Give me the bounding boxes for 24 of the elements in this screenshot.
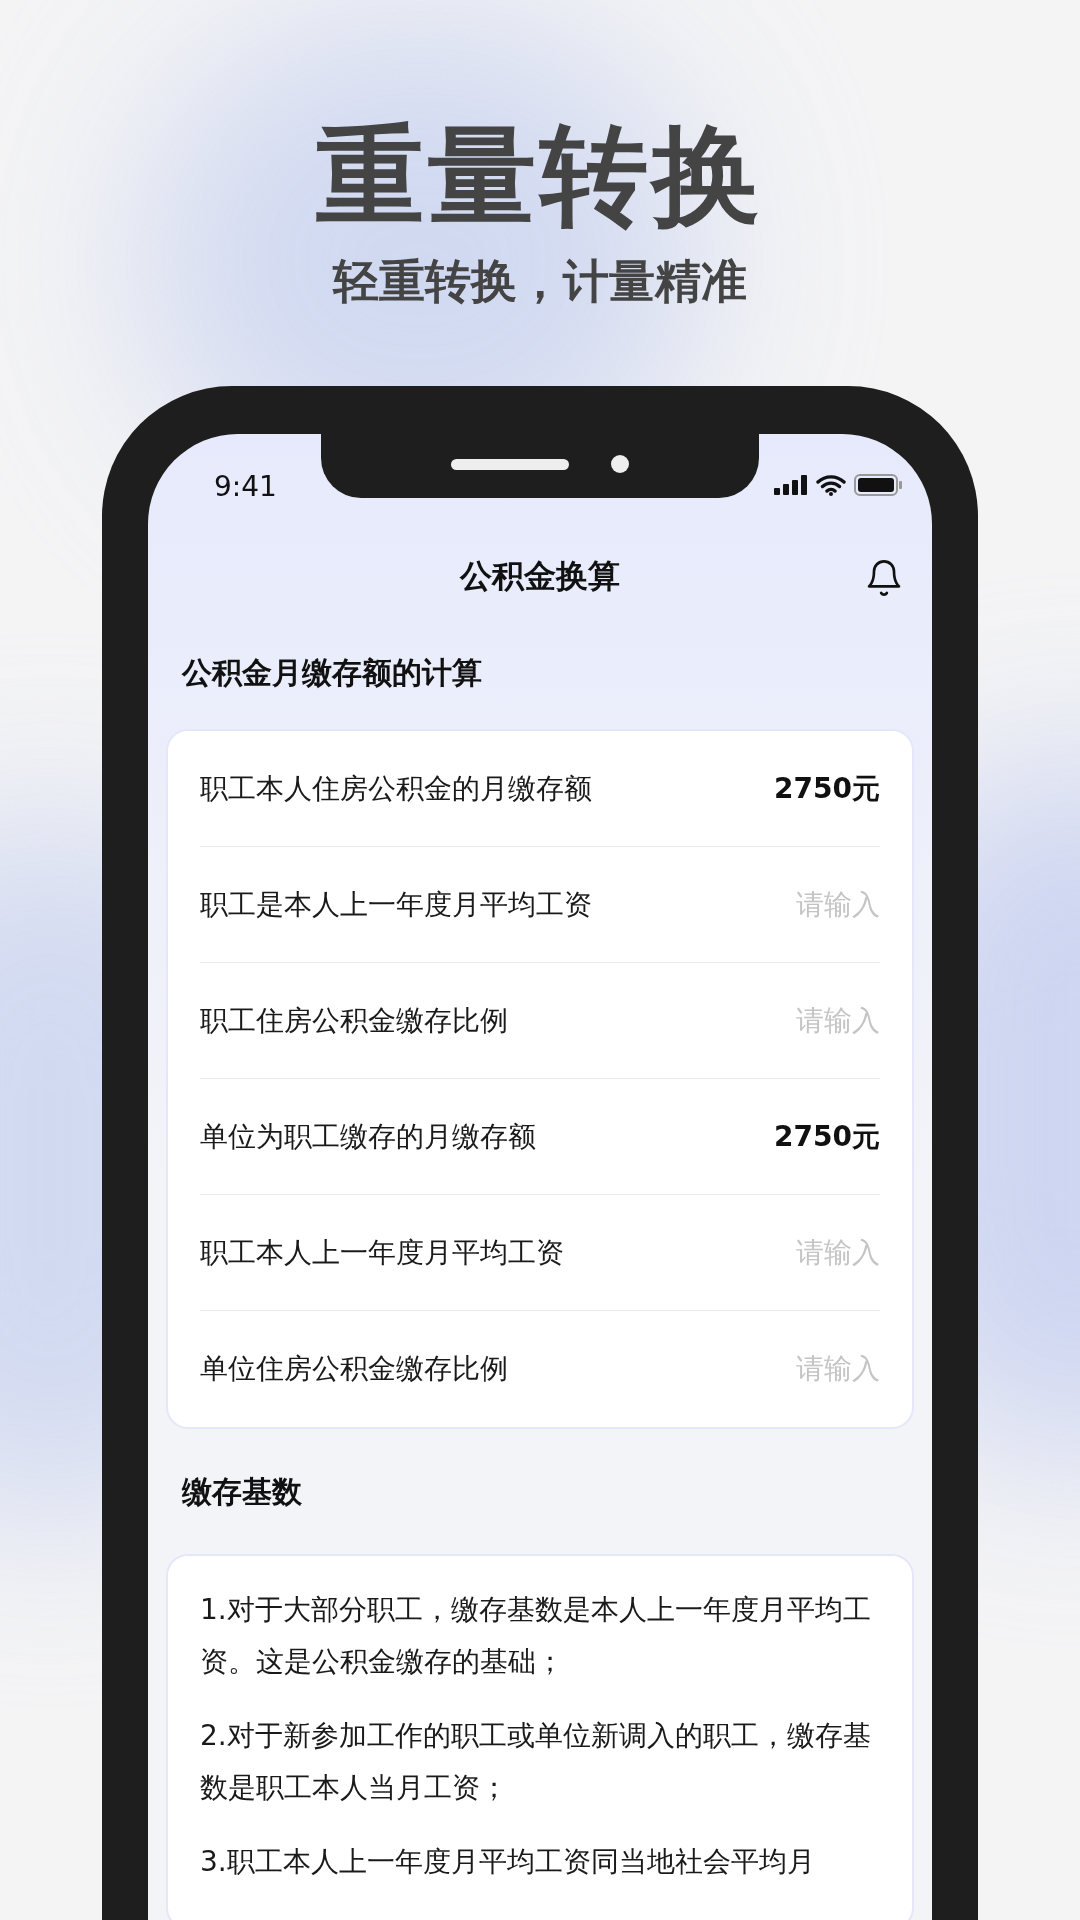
headline: 重量转换	[316, 122, 764, 230]
field-label: 职工本人上一年度月平均工资	[200, 1234, 564, 1271]
input-field[interactable]: 请输入	[720, 1348, 880, 1390]
status-time: 9:41	[213, 469, 278, 505]
input-field[interactable]: 请输入	[720, 999, 880, 1042]
tagline: 轻重转换，计量精准	[333, 258, 747, 304]
signal-icon	[774, 475, 808, 495]
field-label: 单位住房公积金缴存比例	[200, 1351, 508, 1387]
battery-icon	[854, 474, 902, 496]
field-label: 单位为职工缴存的月缴存额	[200, 1118, 536, 1155]
field-label: 职工住房公积金缴存比例	[200, 1002, 508, 1039]
field-label: 职工是本人上一年度月平均工资	[200, 886, 592, 923]
section-heading: 缴存基数	[181, 1473, 303, 1511]
section-heading: 公积金月缴存额的计算	[180, 654, 483, 692]
amount-value: 2750元	[774, 1118, 880, 1155]
amount-value: 2750元	[774, 770, 880, 807]
field-label: 职工本人住房公积金的月缴存额	[200, 770, 592, 807]
nav-title: 公积金换算	[460, 556, 620, 597]
info-paragraph: 3.职工本人上一年度月平均工资同当地社会平均月	[200, 1844, 816, 1880]
input-field[interactable]: 请输入	[720, 1231, 880, 1274]
info-paragraph: 2.对于新参加工作的职工或单位新调入的职工，缴存基数是职工本人当月工资；	[200, 1718, 872, 1806]
input-field[interactable]: 请输入	[720, 883, 880, 926]
wifi-icon	[816, 474, 846, 496]
info-paragraph: 1.对于大部分职工，缴存基数是本人上一年度月平均工资。这是公积金缴存的基础；	[200, 1592, 872, 1680]
